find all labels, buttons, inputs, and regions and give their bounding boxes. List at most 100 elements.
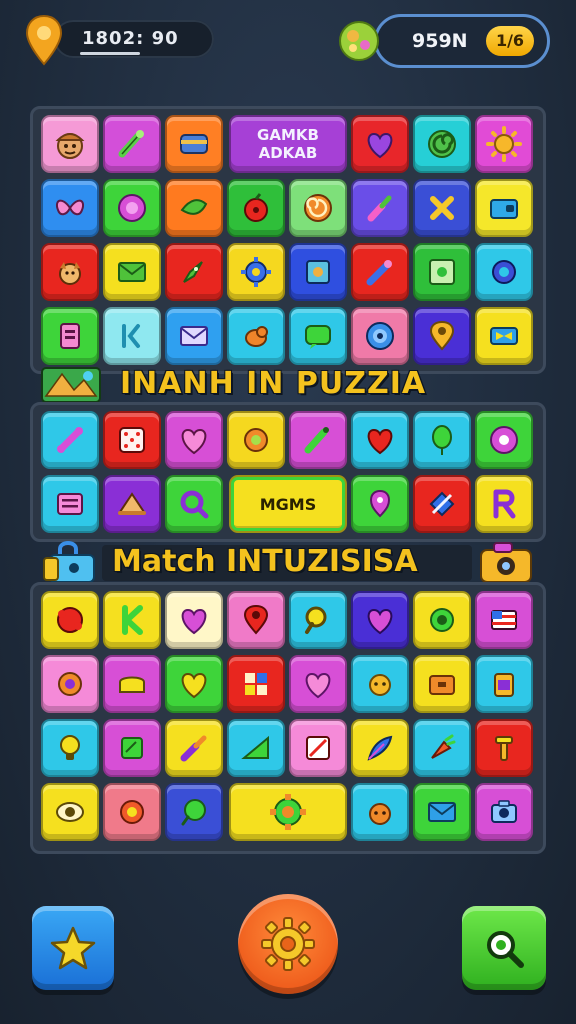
paintbrush-icon xyxy=(180,735,207,762)
camera-small-tile[interactable] xyxy=(475,783,533,841)
square-tile[interactable] xyxy=(103,719,161,777)
apple-tile[interactable] xyxy=(227,179,285,237)
flower-tile[interactable] xyxy=(103,783,161,841)
clipboard-tile[interactable] xyxy=(41,307,99,365)
jar-tile[interactable] xyxy=(475,655,533,713)
leaf-tile[interactable] xyxy=(165,179,223,237)
ring-icon xyxy=(118,194,146,222)
bread-tile[interactable] xyxy=(103,655,161,713)
level-badge[interactable]: 1/6 xyxy=(486,26,534,56)
rocket-tile[interactable] xyxy=(165,243,223,301)
letters-icon xyxy=(122,324,140,348)
frame-tile[interactable] xyxy=(289,243,347,301)
heart-red-tile[interactable] xyxy=(351,411,409,469)
face-tile[interactable] xyxy=(41,115,99,173)
butterfly-icon xyxy=(56,199,84,216)
bread-icon xyxy=(119,676,145,693)
torch-tile[interactable] xyxy=(475,719,533,777)
heart-cream-icon xyxy=(181,608,207,635)
slash-tile[interactable] xyxy=(413,475,471,533)
settings-button[interactable] xyxy=(238,894,338,994)
search-small-tile[interactable] xyxy=(289,591,347,649)
photo-tile[interactable] xyxy=(413,243,471,301)
gear-orange-tile[interactable] xyxy=(41,655,99,713)
leaf-blue-tile[interactable] xyxy=(165,783,223,841)
title-tile[interactable]: GAMKB ADKAB xyxy=(229,115,347,173)
paintbrush-tile[interactable] xyxy=(165,719,223,777)
balloon-tile[interactable] xyxy=(413,411,471,469)
drop-tile[interactable] xyxy=(351,475,409,533)
note-tile[interactable] xyxy=(289,719,347,777)
letters-tile[interactable] xyxy=(103,307,161,365)
map-banner-icon xyxy=(40,362,102,406)
heart-magenta-tile[interactable] xyxy=(289,655,347,713)
cog-tile[interactable] xyxy=(227,411,285,469)
heart-tile[interactable] xyxy=(351,115,409,173)
target-tile[interactable] xyxy=(351,307,409,365)
bone-tile[interactable] xyxy=(41,411,99,469)
swirl-tile[interactable] xyxy=(289,179,347,237)
chat-tile[interactable] xyxy=(289,307,347,365)
brush-tile[interactable] xyxy=(351,179,409,237)
feather-tile[interactable] xyxy=(351,719,409,777)
envelope-tile[interactable] xyxy=(165,307,223,365)
cross-tile[interactable] xyxy=(413,179,471,237)
mail-tile[interactable] xyxy=(103,243,161,301)
sun-tile[interactable] xyxy=(475,115,533,173)
hat-tile[interactable] xyxy=(103,475,161,533)
dice-tile[interactable] xyxy=(103,411,161,469)
heart-violet-tile[interactable] xyxy=(351,591,409,649)
bow-tile[interactable] xyxy=(475,307,533,365)
face-icon xyxy=(55,133,85,159)
blob-tile[interactable] xyxy=(41,591,99,649)
puzzle-board-bottom xyxy=(30,582,546,854)
wallet-tile[interactable] xyxy=(475,179,533,237)
eye-tile[interactable] xyxy=(41,783,99,841)
pot-tile[interactable] xyxy=(351,783,409,841)
pin-red-tile[interactable] xyxy=(227,591,285,649)
dog-tile[interactable] xyxy=(41,243,99,301)
camera-banner-icon xyxy=(478,538,534,584)
list-tile[interactable] xyxy=(41,475,99,533)
star-button[interactable] xyxy=(32,906,114,990)
pin-tile[interactable] xyxy=(413,307,471,365)
camera-icon xyxy=(480,542,532,583)
ring-tile[interactable] xyxy=(103,179,161,237)
flag-tile[interactable] xyxy=(475,591,533,649)
mail-icon xyxy=(118,262,146,282)
gear-blue-tile[interactable] xyxy=(475,243,533,301)
donut-tile[interactable] xyxy=(475,411,533,469)
triangle-tile[interactable] xyxy=(227,719,285,777)
mgms-tile[interactable]: MGMS xyxy=(229,475,347,533)
search-button[interactable] xyxy=(462,906,546,990)
envelope-green-tile[interactable] xyxy=(413,783,471,841)
wand-tile[interactable] xyxy=(103,115,161,173)
gear-green-tile[interactable] xyxy=(413,591,471,649)
spiral-tile[interactable] xyxy=(413,115,471,173)
bird-tile[interactable] xyxy=(227,307,285,365)
puzzle-board-middle: MGMS xyxy=(30,402,546,542)
gear-bonus-tile[interactable] xyxy=(229,783,347,841)
tool-tile[interactable] xyxy=(351,243,409,301)
heart-yellow-tile[interactable] xyxy=(165,655,223,713)
letter-k-tile[interactable] xyxy=(103,591,161,649)
tool-icon xyxy=(366,260,392,286)
magnifier-icon xyxy=(180,490,209,519)
gear-small-tile[interactable] xyxy=(227,243,285,301)
grid-tile[interactable] xyxy=(227,655,285,713)
title-tile-line1: GAMKB xyxy=(257,126,319,144)
pen-tile[interactable] xyxy=(289,411,347,469)
butterfly-tile[interactable] xyxy=(41,179,99,237)
card-tile[interactable] xyxy=(165,115,223,173)
bulb-tile[interactable] xyxy=(41,719,99,777)
letter-r-tile[interactable] xyxy=(475,475,533,533)
magnifier-tile[interactable] xyxy=(165,475,223,533)
critter-tile[interactable] xyxy=(351,655,409,713)
gem-icon xyxy=(339,21,379,61)
location-counter: 1802: 90 xyxy=(24,14,214,66)
box-tile[interactable] xyxy=(413,655,471,713)
heart-cream-tile[interactable] xyxy=(165,591,223,649)
brush-icon xyxy=(367,195,392,222)
heart-pink-tile[interactable] xyxy=(165,411,223,469)
carrot-tile[interactable] xyxy=(413,719,471,777)
